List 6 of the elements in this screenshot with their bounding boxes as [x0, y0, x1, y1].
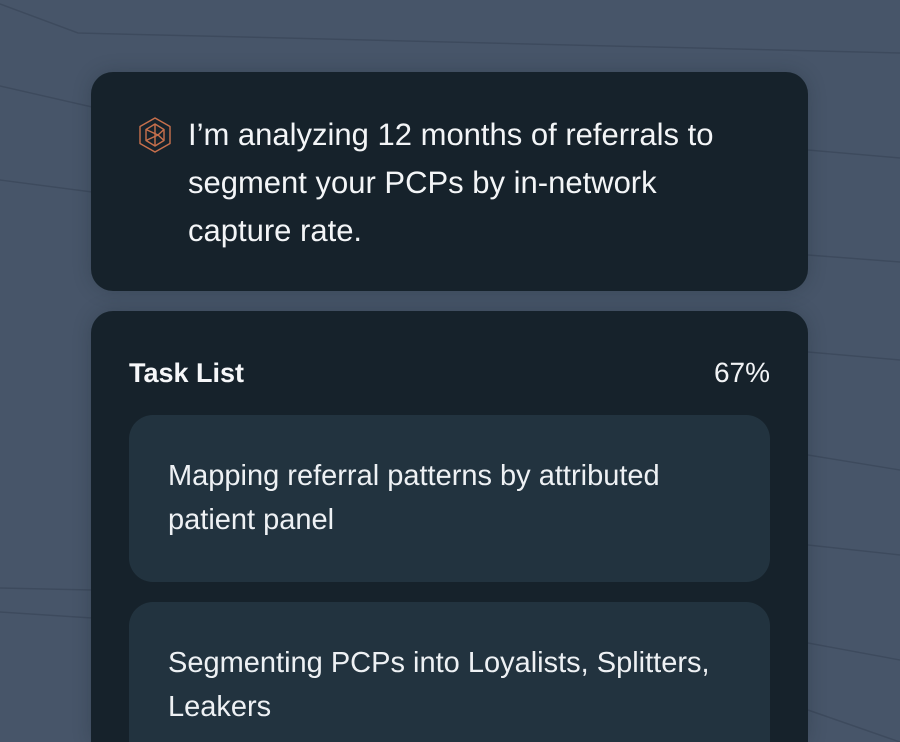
progress-percent: 67% — [714, 356, 770, 390]
task-text: Segmenting PCPs into Loyalists, Splitters, Leakers — [168, 646, 711, 725]
task-list-title: Task List — [129, 357, 244, 390]
hexagon-logo-icon — [138, 117, 172, 153]
task-text: Mapping referral patterns by attributed patient panel — [168, 459, 661, 538]
assistant-message: I’m analyzing 12 months of referrals to segment your PCPs by in-network capture rate. — [188, 116, 715, 250]
